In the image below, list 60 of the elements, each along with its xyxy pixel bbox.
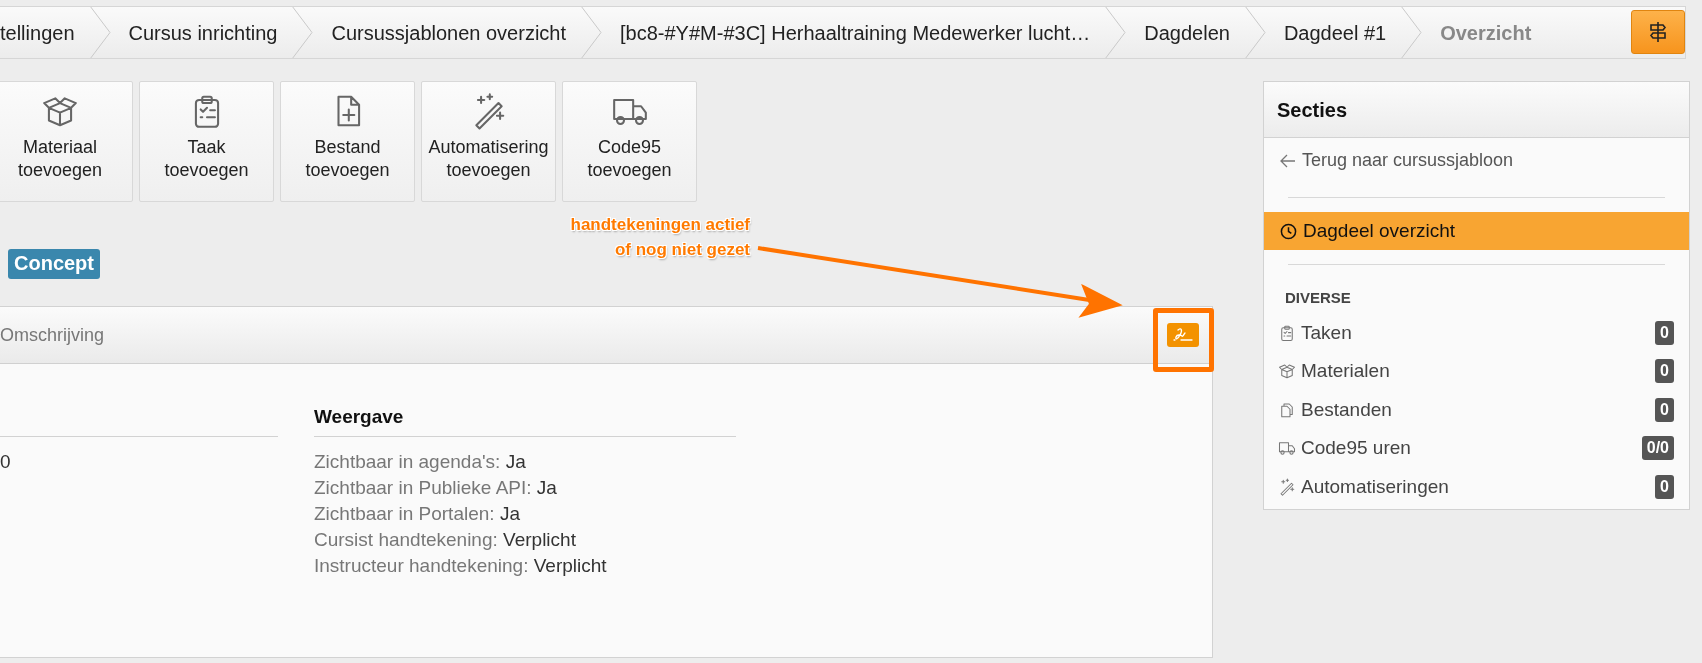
- add-button[interactable]: Code95 toevoegen: [562, 81, 697, 202]
- field-value: Ja: [505, 451, 526, 472]
- field-value: Verplicht: [533, 555, 607, 576]
- add-button[interactable]: Taak toevoegen: [139, 81, 274, 202]
- chevron-separator-icon: [1400, 7, 1423, 58]
- signature-icon: [1172, 327, 1194, 343]
- breadcrumb-item[interactable]: Cursussjablonen overzicht: [327, 7, 571, 58]
- add-button[interactable]: Bestand toevoegen: [280, 81, 415, 202]
- item-label: Bestanden: [1301, 397, 1393, 422]
- clipboard-icon: [1278, 323, 1296, 342]
- count-badge: 0: [1655, 474, 1674, 499]
- item-label: Automatiseringen: [1301, 474, 1450, 499]
- breadcrumb-item[interactable]: Dagdeel #1: [1279, 7, 1391, 58]
- sidebar-item[interactable]: Taken 0: [1264, 313, 1689, 352]
- back-link[interactable]: Terug naar cursussjabloon: [1264, 138, 1689, 183]
- sidebar-item[interactable]: Automatiseringen 0: [1264, 467, 1689, 506]
- field-label: Zichtbaar in Publieke API:: [314, 477, 532, 498]
- chevron-separator-icon: [1243, 7, 1266, 58]
- field-label: Zichtbaar in Portalen:: [314, 503, 495, 524]
- count-badge: 0: [1655, 320, 1674, 345]
- chevron-separator-icon: [88, 7, 111, 58]
- files-icon: [1278, 400, 1296, 419]
- signpost-icon: [1648, 21, 1668, 43]
- card-title: Omschrijving: [0, 323, 105, 347]
- chevron-separator-icon: [580, 7, 603, 58]
- field-value: 0: [0, 450, 12, 474]
- field-value: Ja: [536, 477, 557, 498]
- truck-icon: [1278, 439, 1296, 458]
- field-value: Ja: [499, 503, 520, 524]
- breadcrumb-item[interactable]: tellingen: [0, 7, 79, 58]
- breadcrumb-item[interactable]: [bc8-#Y#M-#3C] Herhaaltraining Medewerker lucht…: [616, 7, 1095, 58]
- item-label: Taken: [1301, 320, 1353, 345]
- field-label: Instructeur handtekening:: [314, 555, 529, 576]
- item-label: Materialen: [1301, 359, 1391, 383]
- chevron-separator-icon: [291, 7, 314, 58]
- group-heading: DIVERSE: [1284, 288, 1352, 308]
- field-label: Zichtbaar in agenda's:: [314, 451, 501, 472]
- add-button[interactable]: Automatisering toevoegen: [421, 81, 556, 202]
- nav-item[interactable]: Dagdeel overzicht: [1264, 212, 1689, 250]
- count-badge: 0: [1655, 359, 1674, 384]
- breadcrumb-item[interactable]: Cursus inrichting: [124, 7, 282, 58]
- add-button[interactable]: Materiaal toevoegen: [0, 81, 133, 202]
- annotation-text: handtekeningen actief of nog niet gezet: [570, 214, 750, 261]
- section-heading: Weergave: [314, 405, 405, 429]
- menu-button[interactable]: [1631, 10, 1685, 54]
- item-label: Code95 uren: [1301, 436, 1412, 460]
- status-badge: Concept: [8, 249, 100, 279]
- sidebar-item[interactable]: Bestanden 0: [1264, 390, 1689, 429]
- count-badge: 0/0: [1641, 436, 1674, 461]
- breadcrumb-item[interactable]: Dagdelen: [1140, 7, 1234, 58]
- box-icon: [1278, 362, 1296, 381]
- count-badge: 0: [1655, 397, 1674, 422]
- field-label: Cursist handtekening:: [314, 529, 498, 550]
- sidebar-item[interactable]: Code95 uren 0/0: [1264, 429, 1689, 468]
- chevron-separator-icon: [1104, 7, 1127, 58]
- field-value: Verplicht: [503, 529, 576, 550]
- back-arrow-icon: [1280, 153, 1296, 168]
- clock-icon: [1280, 222, 1297, 240]
- sidebar-item[interactable]: Materialen 0: [1264, 352, 1689, 391]
- magic-wand-icon: [1278, 477, 1296, 496]
